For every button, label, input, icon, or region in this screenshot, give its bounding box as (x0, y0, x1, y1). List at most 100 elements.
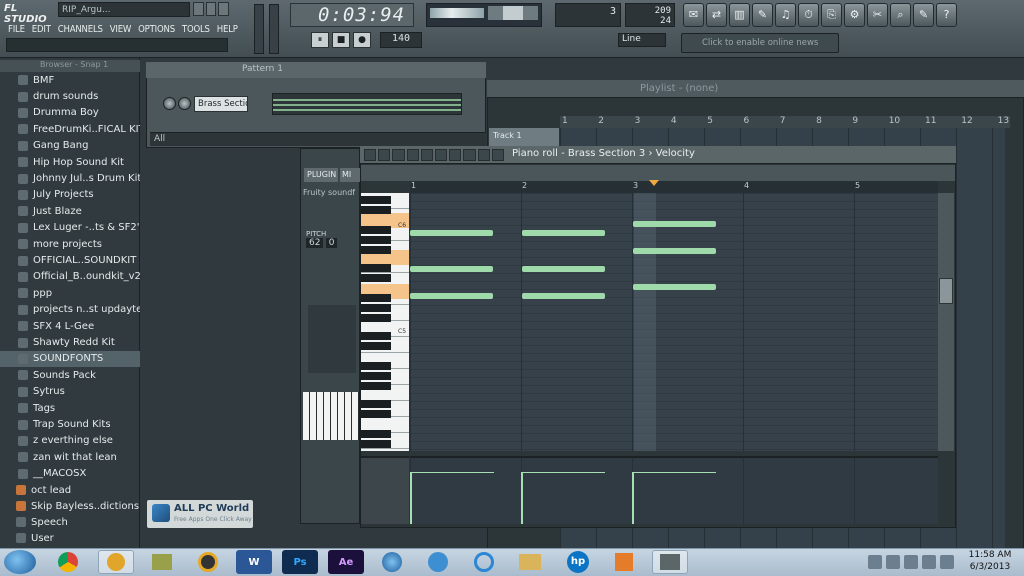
tray-icon[interactable] (886, 555, 900, 569)
globe-icon[interactable] (374, 550, 410, 574)
menu-tools[interactable]: TOOLS (182, 24, 210, 35)
tb-icon-4[interactable]: ✎ (752, 3, 773, 27)
tb-icon-10[interactable]: ⌕ (890, 3, 911, 27)
start-button[interactable] (4, 550, 36, 574)
velocity-editor[interactable] (410, 456, 938, 524)
note[interactable] (633, 221, 716, 227)
magnet-icon[interactable] (378, 149, 391, 161)
black-key[interactable] (361, 246, 391, 254)
channel-mini-roll[interactable] (272, 93, 462, 115)
explorer-icon[interactable] (512, 550, 548, 574)
tb-icon-1[interactable]: ✉ (683, 3, 704, 27)
browser-folder[interactable]: Official_B..oundkit_v2 (0, 269, 140, 285)
browser-folder[interactable]: z everthing else (0, 433, 140, 449)
tb-icon-11[interactable]: ✎ (913, 3, 934, 27)
browser-folder[interactable]: Shawty Redd Kit (0, 334, 140, 350)
plugin-keyboard[interactable] (303, 392, 359, 440)
channel-pan-knob[interactable] (178, 97, 191, 110)
pattern-selector[interactable]: 3 (555, 3, 621, 27)
browser-folder[interactable]: Johnny Jul..s Drum Kit (0, 170, 140, 186)
online-news-button[interactable]: Click to enable online news (681, 33, 839, 53)
black-key[interactable] (361, 430, 391, 438)
mute-icon[interactable] (435, 149, 448, 161)
black-key[interactable] (361, 304, 391, 312)
black-key[interactable] (361, 264, 391, 272)
channel-button[interactable]: Brass Section 3 (194, 96, 248, 112)
folder-icon[interactable] (144, 550, 180, 574)
stop-icon[interactable]: ■ (332, 32, 350, 48)
zoom-icon[interactable] (477, 149, 490, 161)
browser-folder[interactable]: Trap Sound Kits (0, 416, 140, 432)
black-key[interactable] (361, 342, 391, 350)
slice-icon[interactable] (449, 149, 462, 161)
browser-folder[interactable]: Tags (0, 400, 140, 416)
black-key[interactable] (361, 294, 391, 302)
tb-icon-6[interactable]: ⏱ (798, 3, 819, 27)
browser-file[interactable]: oct lead (0, 482, 140, 498)
black-key[interactable] (361, 372, 391, 380)
internet-explorer-icon[interactable] (466, 550, 502, 574)
menu-view[interactable]: VIEW (110, 24, 132, 35)
play-icon[interactable] (491, 149, 505, 161)
envelope-faders[interactable] (308, 305, 356, 373)
black-key[interactable] (361, 332, 391, 340)
close-icon[interactable] (218, 2, 230, 16)
tray-icon[interactable] (868, 555, 882, 569)
note[interactable] (522, 266, 605, 272)
browser-folder[interactable]: Gang Bang (0, 138, 140, 154)
black-key[interactable] (361, 274, 391, 282)
tempo-display[interactable]: 140 (380, 32, 422, 48)
pattern-title[interactable]: Pattern 1 (146, 62, 486, 78)
browser-folder[interactable]: SOUNDFONTS (0, 350, 140, 368)
event-view-select[interactable]: Velocity (656, 148, 695, 159)
black-key[interactable] (361, 400, 391, 408)
media-player-icon[interactable] (190, 550, 226, 574)
menu-help[interactable]: HELP (217, 24, 238, 35)
chrome-icon[interactable] (50, 550, 86, 574)
fl-studio-taskbar-icon[interactable] (98, 550, 134, 574)
photoshop-icon[interactable]: Ps (282, 550, 318, 574)
note[interactable] (633, 284, 716, 290)
playlist-track-label[interactable]: Track 1 (489, 128, 559, 146)
black-key[interactable] (361, 382, 391, 390)
tray-icon[interactable] (904, 555, 918, 569)
snap-select[interactable]: Line (618, 33, 666, 47)
browser-folder[interactable]: FreeDrumKi..FICAL KIT (0, 121, 140, 137)
browser-folder[interactable]: projects n..st updayte (0, 302, 140, 318)
hp-icon[interactable]: hp (560, 550, 596, 574)
browser-folder[interactable]: Just Blaze (0, 203, 140, 219)
browser-folder[interactable]: Hip Hop Sound Kit (0, 154, 140, 170)
delete-icon[interactable] (420, 149, 434, 161)
pause-icon[interactable]: ⏸ (311, 32, 329, 48)
tb-icon-5[interactable]: ♫ (775, 3, 796, 27)
browser-folder[interactable]: SFX 4 L-Gee (0, 318, 140, 334)
tb-icon-9[interactable]: ✂ (867, 3, 888, 27)
piano-roll-vscroll[interactable] (938, 193, 954, 451)
menu-file[interactable]: FILE (8, 24, 25, 35)
volume-icon[interactable] (922, 555, 936, 569)
note[interactable] (410, 293, 493, 299)
browser-folder[interactable]: Lex Luger -..ts & SF2's (0, 220, 140, 236)
minimize-icon[interactable] (193, 2, 204, 16)
fl-window-taskbar-icon[interactable] (652, 550, 688, 574)
note[interactable] (522, 230, 605, 236)
black-key[interactable] (361, 440, 391, 448)
velocity-bar[interactable] (632, 472, 634, 524)
media-icon[interactable] (606, 550, 642, 574)
select-icon[interactable] (463, 149, 476, 161)
channel-filter[interactable]: All (150, 132, 486, 146)
velocity-bar[interactable] (410, 472, 412, 524)
channel-volume-knob[interactable] (163, 97, 176, 110)
browser-folder[interactable]: drum sounds (0, 88, 140, 104)
note[interactable] (633, 248, 716, 254)
tb-icon-2[interactable]: ⇄ (706, 3, 727, 27)
browser-folder[interactable]: more projects (0, 236, 140, 252)
master-pitch-slider[interactable] (269, 4, 279, 54)
tb-icon-3[interactable]: ▥ (729, 3, 750, 27)
sync-icon[interactable] (420, 550, 456, 574)
browser-folder[interactable]: BMF (0, 72, 140, 88)
tab-plugin[interactable]: PLUGIN (304, 168, 338, 182)
record-icon[interactable]: ● (353, 32, 371, 48)
browser-folder[interactable]: __MACOSX (0, 466, 140, 482)
browser-file[interactable]: Skip Bayless..dictions 2012 (0, 498, 140, 514)
